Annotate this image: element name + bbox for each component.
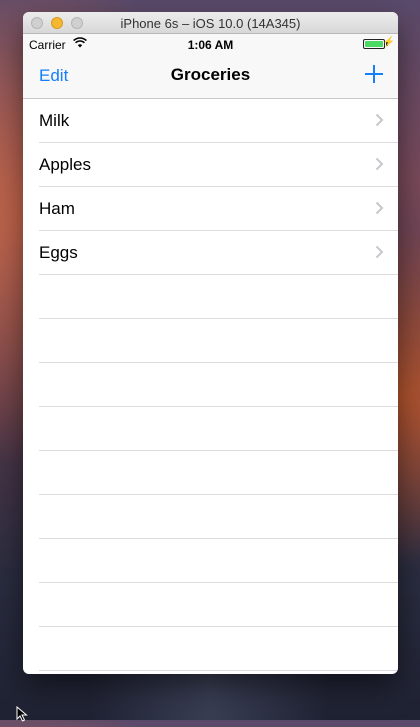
simulator-window: iPhone 6s – iOS 10.0 (14A345) Carrier 1:… xyxy=(23,12,398,674)
empty-row xyxy=(23,363,398,407)
row-label: Eggs xyxy=(39,243,78,262)
row-label: Ham xyxy=(39,199,75,218)
chevron-right-icon xyxy=(375,245,384,264)
table-row[interactable]: Ham xyxy=(23,187,398,231)
battery-level xyxy=(365,41,383,47)
chevron-right-icon xyxy=(375,157,384,176)
plus-icon[interactable] xyxy=(364,64,384,89)
empty-row xyxy=(23,407,398,451)
empty-row xyxy=(23,539,398,583)
status-bar: Carrier 1:06 AM ⚡ xyxy=(23,34,398,54)
table-row[interactable]: Apples xyxy=(23,143,398,187)
navigation-bar: Edit Groceries xyxy=(23,54,398,99)
chevron-right-icon xyxy=(375,113,384,132)
chevron-right-icon xyxy=(375,201,384,220)
empty-row xyxy=(23,319,398,363)
window-titlebar: iPhone 6s – iOS 10.0 (14A345) xyxy=(23,12,398,34)
empty-row xyxy=(23,451,398,495)
grocery-table: Milk Apples Ham Eggs xyxy=(23,99,398,671)
empty-row xyxy=(23,495,398,539)
empty-row xyxy=(23,627,398,671)
row-label: Apples xyxy=(39,155,91,174)
empty-row xyxy=(23,583,398,627)
clock: 1:06 AM xyxy=(187,38,234,52)
window-title: iPhone 6s – iOS 10.0 (14A345) xyxy=(120,16,301,31)
page-title: Groceries xyxy=(170,65,251,84)
row-label: Milk xyxy=(39,111,70,130)
empty-row xyxy=(23,275,398,319)
mouse-cursor-icon xyxy=(16,705,28,727)
table-row[interactable]: Eggs xyxy=(23,231,398,275)
table-row[interactable]: Milk xyxy=(23,99,398,143)
charging-icon: ⚡ xyxy=(382,37,395,48)
